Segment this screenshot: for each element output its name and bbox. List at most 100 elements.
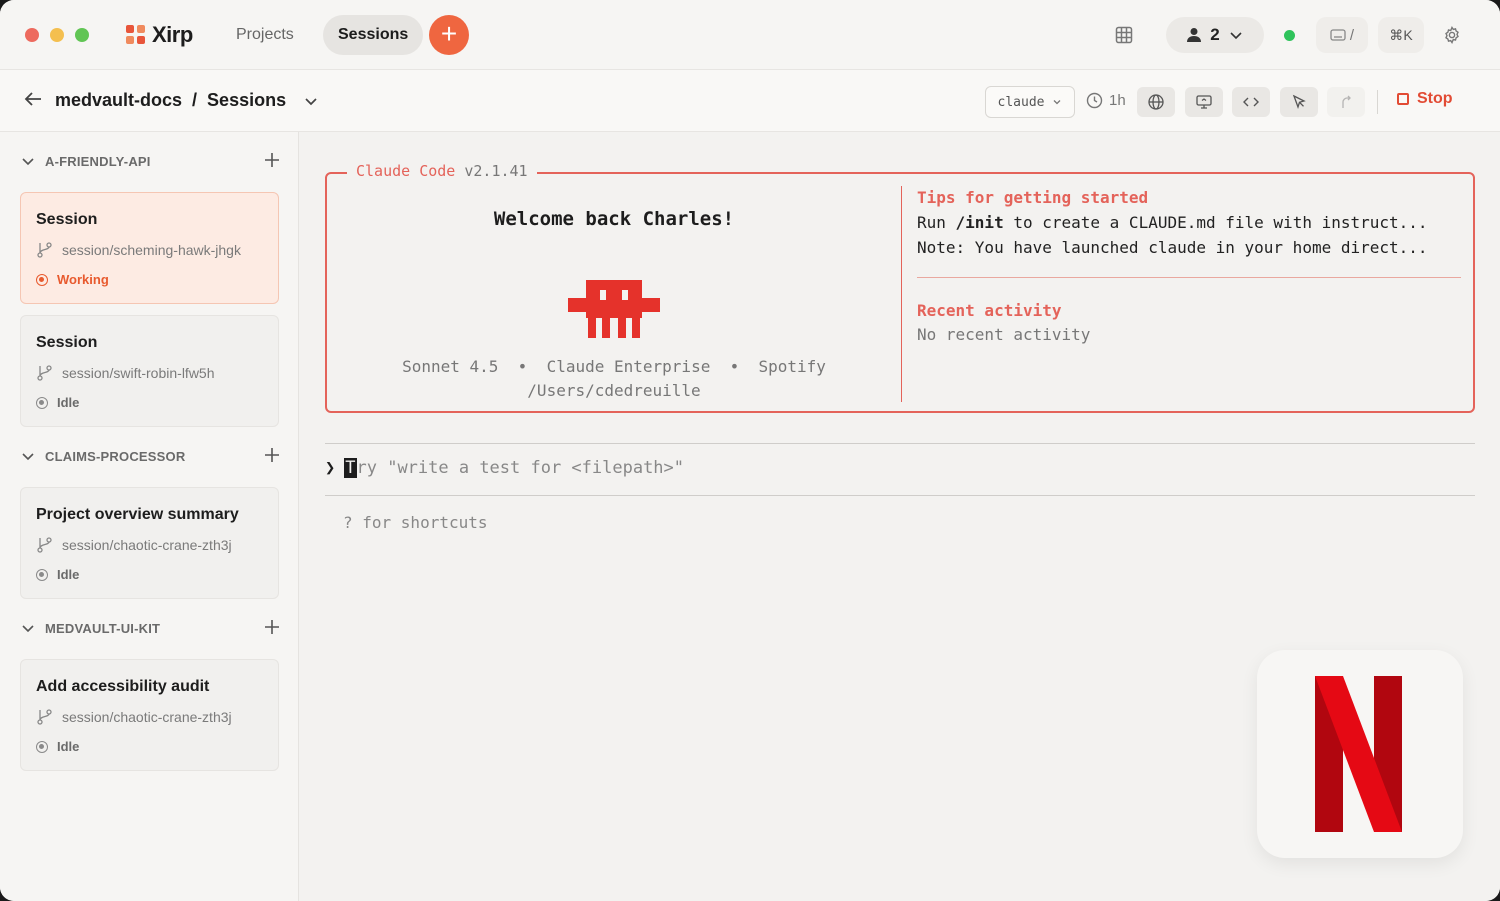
session-title: Session xyxy=(36,211,98,228)
monitor-icon xyxy=(1196,95,1212,109)
session-title: Session xyxy=(36,334,98,351)
tips-heading: Tips for getting started xyxy=(917,188,1149,207)
grid-icon xyxy=(1115,26,1133,44)
grid-view-button[interactable] xyxy=(1106,17,1142,53)
browser-preview-button[interactable] xyxy=(1137,87,1175,117)
session-card[interactable]: Session session/scheming-hawk-jhgk Worki… xyxy=(20,192,279,304)
minimize-window-button[interactable] xyxy=(50,28,64,42)
tip-init-command: /init xyxy=(955,213,1004,232)
status-indicator-icon xyxy=(36,568,48,581)
status-indicator-icon xyxy=(36,273,48,286)
gear-icon xyxy=(1445,26,1459,44)
session-status: Working xyxy=(36,272,109,287)
prompt-caret-icon: ❯ xyxy=(325,458,336,478)
working-directory: /Users/cdedreuille xyxy=(527,381,701,400)
app-name: Claude Code xyxy=(356,162,456,180)
session-status-label: Idle xyxy=(57,395,80,410)
cursor-icon xyxy=(1292,94,1306,110)
back-arrow-icon[interactable] xyxy=(22,88,44,110)
breadcrumb-separator: / xyxy=(192,90,198,110)
chevron-down-icon[interactable] xyxy=(20,448,36,464)
stop-icon xyxy=(1397,93,1409,105)
brand-logo[interactable]: Xirp xyxy=(126,22,193,48)
prompt-input[interactable]: ❯ Try "write a test for <filepath>" xyxy=(325,458,684,478)
zoom-window-button[interactable] xyxy=(75,28,89,42)
keyboard-icon xyxy=(1330,29,1346,41)
tip-init: Run /init to create a CLAUDE.md file wit… xyxy=(917,213,1428,232)
session-branch-name: session/chaotic-crane-zth3j xyxy=(62,536,232,553)
chevron-down-icon xyxy=(1054,100,1061,105)
breadcrumb: medvault-docs / Sessions xyxy=(55,90,320,111)
breadcrumb-section[interactable]: Sessions xyxy=(207,90,286,111)
netflix-app-tile[interactable] xyxy=(1257,650,1463,858)
session-duration: 1h xyxy=(1109,92,1126,109)
netflix-icon xyxy=(1315,676,1402,832)
session-status-label: Idle xyxy=(57,739,80,754)
project-group-name: CLAIMS-PROCESSOR xyxy=(45,448,186,464)
welcome-panel: Claude Code v2.1.41 Welcome back Charles… xyxy=(325,162,1475,413)
chevron-down-icon[interactable] xyxy=(20,153,36,169)
select-tool-button[interactable] xyxy=(1280,87,1318,117)
project-group-header[interactable]: CLAIMS-PROCESSOR xyxy=(20,445,282,467)
connection-status-dot xyxy=(1284,30,1295,41)
session-branch-name: session/scheming-hawk-jhgk xyxy=(62,241,241,258)
nav-sessions[interactable]: Sessions xyxy=(323,15,424,55)
globe-icon xyxy=(1148,94,1164,110)
breadcrumb-project[interactable]: medvault-docs xyxy=(55,90,182,111)
code-view-button[interactable] xyxy=(1232,87,1270,117)
settings-button[interactable] xyxy=(1434,17,1470,53)
model-select[interactable]: claude xyxy=(985,86,1075,118)
session-branch-name: session/chaotic-crane-zth3j xyxy=(62,708,232,725)
project-group-header[interactable]: A-FRIENDLY-API xyxy=(20,150,282,172)
model-plan-org: Sonnet 4.5 • Claude Enterprise • Spotify xyxy=(402,357,826,376)
brand-name: Xirp xyxy=(152,22,193,47)
user-icon xyxy=(1187,28,1202,42)
project-group-header[interactable]: MEDVAULT-UI-KIT xyxy=(20,617,282,639)
command-palette-button[interactable]: ⌘K xyxy=(1378,17,1424,53)
brand-mark-icon xyxy=(126,25,146,45)
participants-dropdown[interactable]: 2 xyxy=(1166,17,1264,53)
sessions-sidebar: A-FRIENDLY-API Session session/scheming-… xyxy=(0,132,299,901)
panel-divider xyxy=(901,186,902,402)
claude-mascot-icon xyxy=(568,280,660,338)
chevron-down-icon[interactable] xyxy=(20,620,36,636)
session-card[interactable]: Project overview summary session/chaotic… xyxy=(20,487,279,599)
session-branch: session/chaotic-crane-zth3j xyxy=(36,708,232,725)
session-branch: session/scheming-hawk-jhgk xyxy=(36,241,241,258)
screen-preview-button[interactable] xyxy=(1185,87,1223,117)
session-card[interactable]: Add accessibility audit session/chaotic-… xyxy=(20,659,279,771)
session-status: Idle xyxy=(36,395,79,410)
app-window: Xirp Projects Sessions + 2 / ⌘K medvault… xyxy=(0,0,1500,901)
prompt-border-bottom xyxy=(325,495,1475,496)
welcome-message: Welcome back Charles! xyxy=(493,208,735,230)
text-cursor: T xyxy=(344,458,357,478)
stop-button[interactable]: Stop xyxy=(1397,90,1453,108)
session-timer: 1h xyxy=(1086,92,1126,109)
project-group-name: MEDVAULT-UI-KIT xyxy=(45,620,161,636)
session-title: Project overview summary xyxy=(36,506,239,523)
keyboard-shortcut-button[interactable]: / xyxy=(1316,17,1368,53)
model-select-value: claude xyxy=(997,94,1045,110)
project-group-name: A-FRIENDLY-API xyxy=(45,153,151,169)
git-branch-icon xyxy=(37,537,52,553)
add-session-icon[interactable] xyxy=(262,150,282,170)
nav-projects[interactable]: Projects xyxy=(221,15,309,55)
chevron-down-icon[interactable] xyxy=(302,92,320,110)
toolbar-divider xyxy=(1377,90,1378,114)
session-header: medvault-docs / Sessions claude 1h Stop xyxy=(0,70,1500,132)
session-status: Idle xyxy=(36,739,79,754)
keyboard-shortcut-label: / xyxy=(1349,26,1355,44)
top-bar: Xirp Projects Sessions + 2 / ⌘K xyxy=(0,0,1500,70)
merge-button[interactable] xyxy=(1327,87,1365,117)
add-session-icon[interactable] xyxy=(262,445,282,465)
git-branch-icon xyxy=(37,709,52,725)
stop-label: Stop xyxy=(1417,90,1453,107)
session-card[interactable]: Session session/swift-robin-lfw5h Idle xyxy=(20,315,279,427)
close-window-button[interactable] xyxy=(25,28,39,42)
git-branch-icon xyxy=(37,365,52,381)
session-branch: session/chaotic-crane-zth3j xyxy=(36,536,232,553)
new-session-button[interactable]: + xyxy=(429,15,469,55)
add-session-icon[interactable] xyxy=(262,617,282,637)
tip-init-prefix: Run xyxy=(917,213,956,232)
app-version: v2.1.41 xyxy=(464,162,528,180)
